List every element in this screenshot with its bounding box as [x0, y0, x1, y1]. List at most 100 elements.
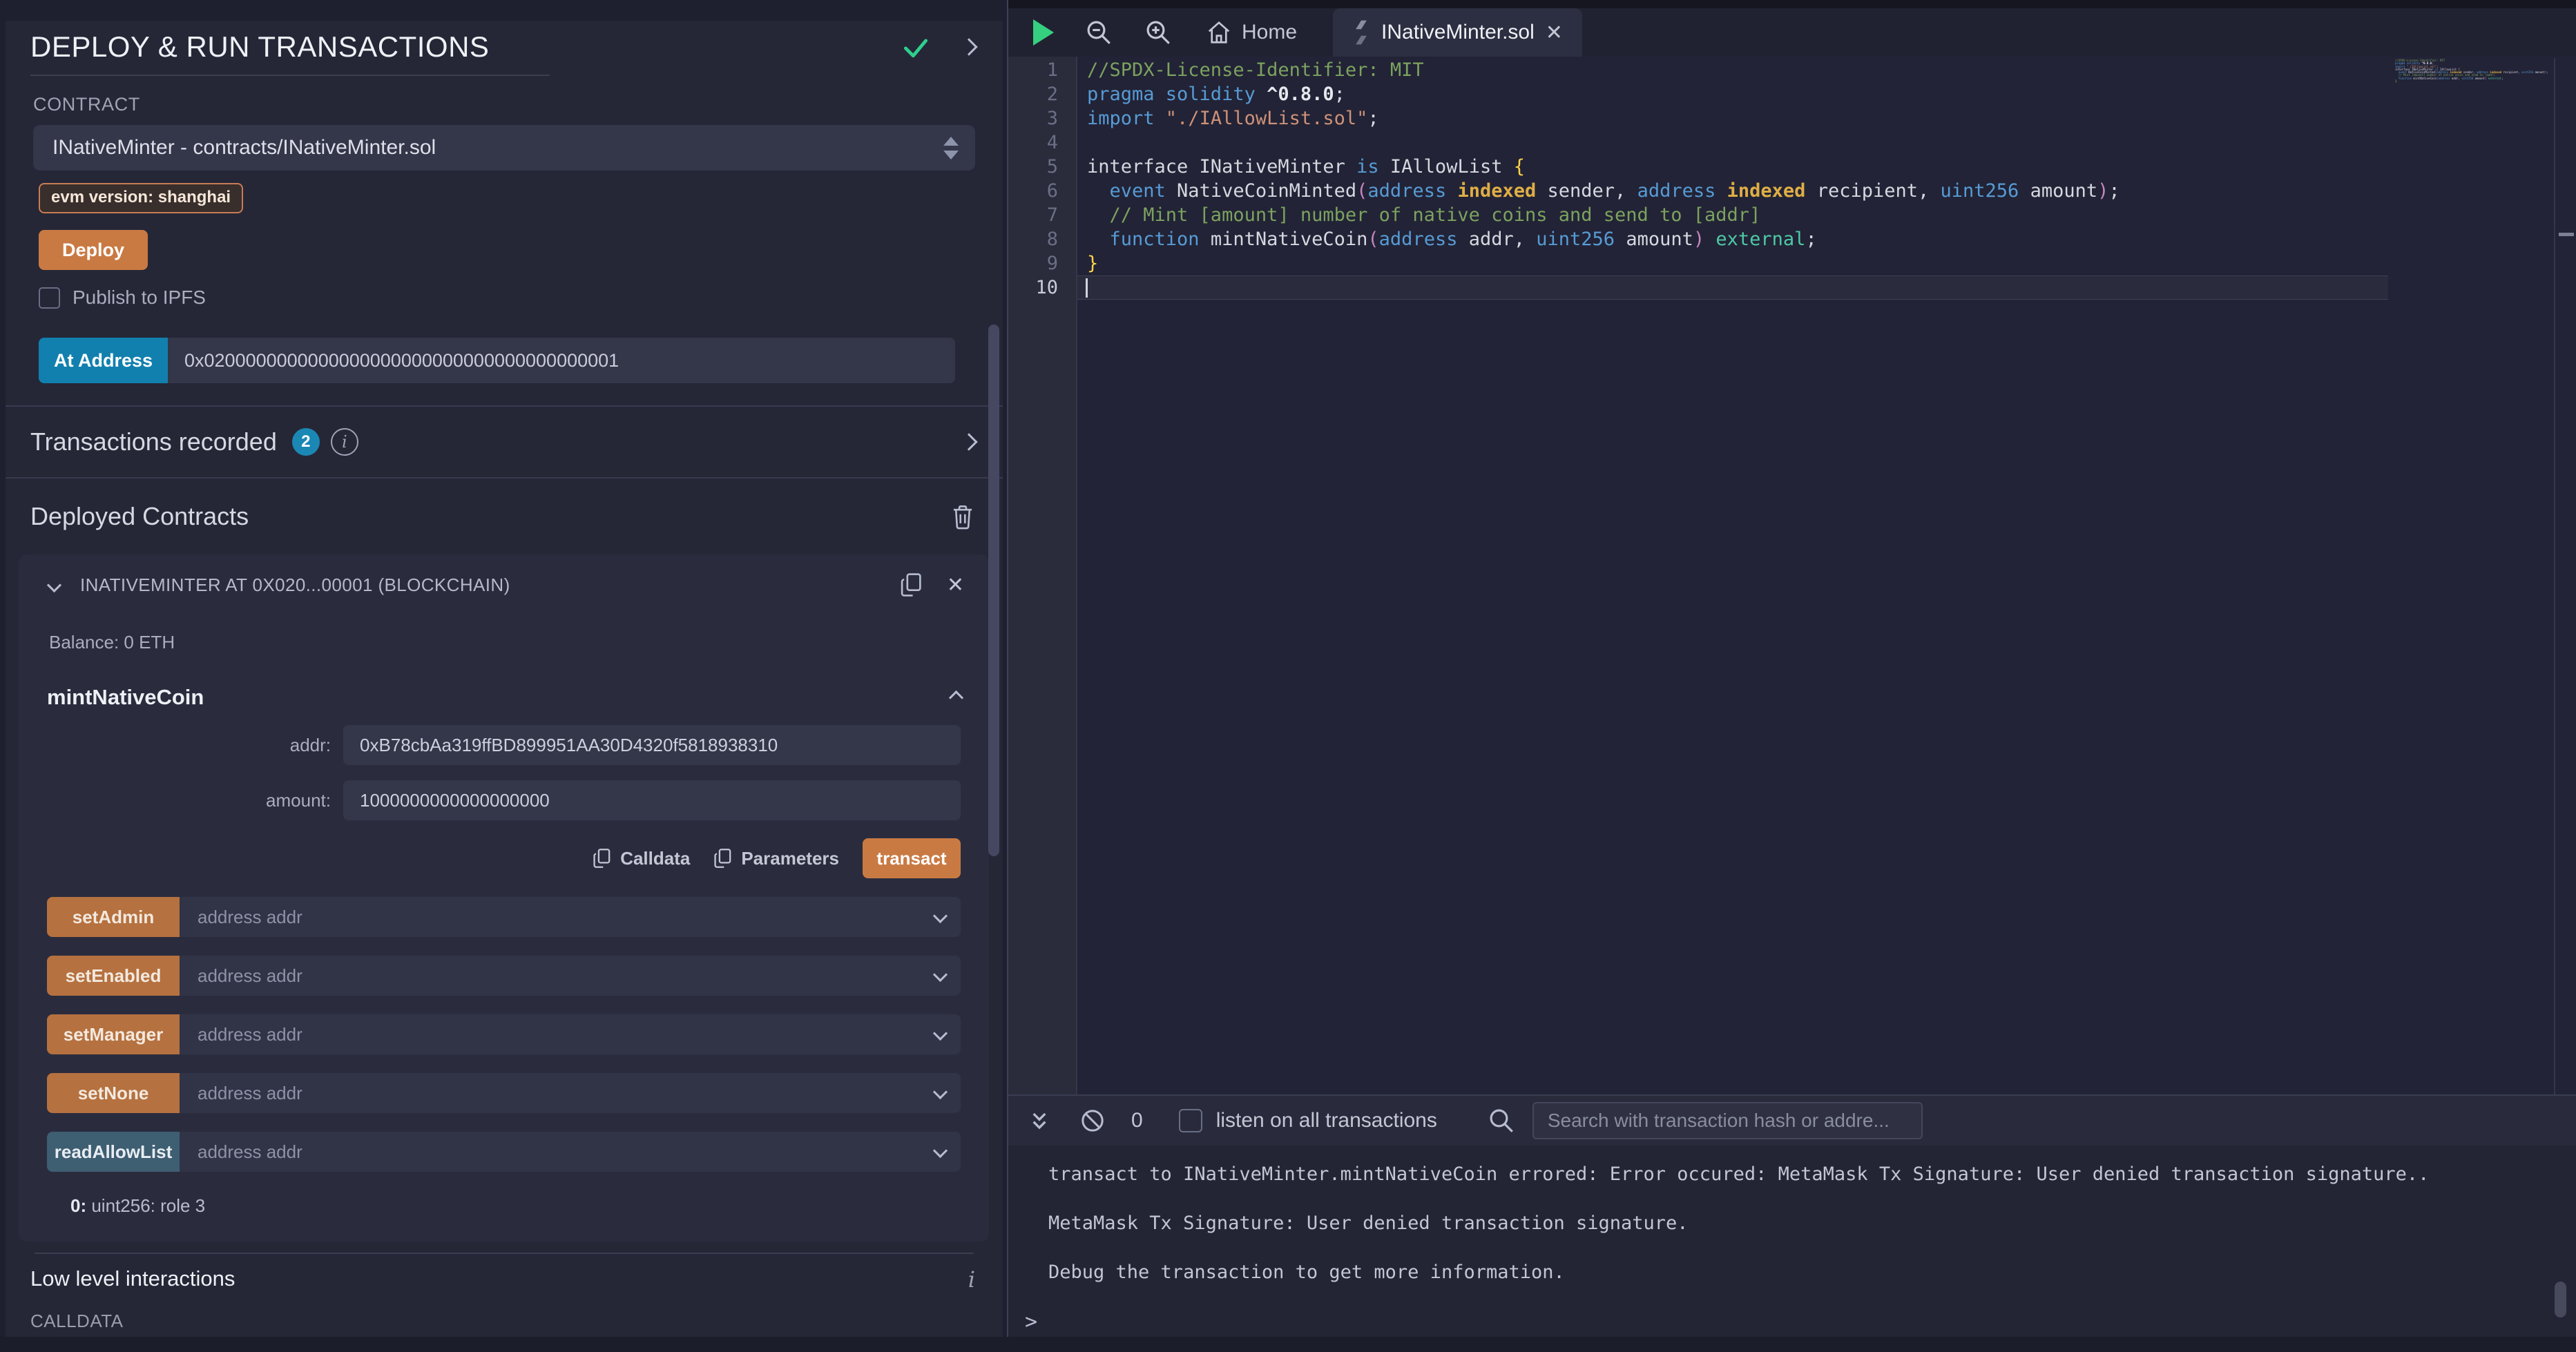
line-number: 8 — [1008, 227, 1076, 251]
function-collapse-icon[interactable] — [949, 690, 963, 704]
deployed-contracts-label: Deployed Contracts — [30, 502, 249, 531]
terminal-log-line: transact to INativeMinter.mintNativeCoin… — [1048, 1163, 2576, 1185]
contract-card-title: INATIVEMINTER AT 0X020...00001 (BLOCKCHA… — [80, 574, 900, 596]
at-address-row: At Address — [39, 338, 955, 383]
contract-card-header[interactable]: INATIVEMINTER AT 0X020...00001 (BLOCKCHA… — [19, 554, 989, 615]
code-line[interactable] — [1077, 276, 2388, 300]
pending-tx-count: 0 — [1131, 1109, 1143, 1132]
amount-field-label: amount: — [19, 790, 343, 811]
contract-collapse-icon[interactable] — [47, 577, 61, 592]
line-number: 3 — [1008, 106, 1076, 131]
code-line[interactable]: } — [1077, 251, 2388, 276]
setManager-row: setManager — [47, 1014, 961, 1054]
tab-home[interactable]: Home — [1206, 19, 1297, 46]
terminal-toolbar: 0 listen on all transactions — [1008, 1096, 2576, 1146]
copy-icon[interactable] — [900, 572, 923, 598]
function-list: setAdmin setEnabled setManager setNone readA… — [19, 897, 989, 1172]
line-number: 1 — [1008, 58, 1076, 82]
minimap[interactable]: //SPDX-License-Identifier: MITpragma sol… — [2392, 58, 2555, 1094]
tab-inativeminter[interactable]: INativeMinter.sol ✕ — [1333, 8, 1582, 57]
panel-scrollbar[interactable] — [988, 325, 999, 856]
contract-label: CONTRACT — [33, 94, 1003, 115]
tab-label: INativeMinter.sol — [1381, 21, 1535, 44]
transactions-recorded-label: Transactions recorded — [30, 427, 277, 456]
setAdmin-button[interactable]: setAdmin — [47, 897, 180, 937]
code-line[interactable]: pragma solidity ^0.8.0; — [1077, 82, 2388, 106]
collapse-terminal-icon[interactable] — [1028, 1107, 1051, 1134]
run-icon[interactable] — [1033, 19, 1054, 46]
solidity-icon — [1352, 19, 1370, 46]
amount-field-input[interactable] — [343, 780, 961, 820]
setManager-button[interactable]: setManager — [47, 1014, 180, 1054]
trash-icon[interactable] — [950, 503, 975, 530]
at-address-button[interactable]: At Address — [39, 338, 168, 383]
terminal-prompt: > — [1025, 1310, 1037, 1334]
code-line[interactable] — [1077, 131, 2388, 155]
addr-field-input[interactable] — [343, 725, 961, 765]
terminal-search-input[interactable] — [1532, 1102, 1923, 1139]
check-icon — [901, 32, 931, 62]
setAdmin-row: setAdmin — [47, 897, 961, 937]
expanded-function-header: mintNativeCoin — [47, 685, 961, 710]
code-editor[interactable]: 12345678910 //SPDX-License-Identifier: M… — [1008, 57, 2576, 1094]
setAdmin-input[interactable] — [180, 897, 961, 937]
setNone-input[interactable] — [180, 1073, 961, 1113]
publish-ipfs-row: Publish to IPFS — [39, 287, 1003, 309]
terminal-scrollbar[interactable] — [2555, 1282, 2566, 1317]
transactions-expand-icon[interactable] — [960, 433, 977, 450]
amount-field-row: amount: — [19, 780, 961, 820]
parameters-copy-button[interactable]: Parameters — [713, 847, 839, 869]
calldata-label: CALLDATA — [30, 1311, 1003, 1332]
terminal-log: transact to INativeMinter.mintNativeCoin… — [1008, 1146, 2576, 1352]
code-line[interactable]: event NativeCoinMinted(address indexed s… — [1077, 179, 2388, 203]
setEnabled-input[interactable] — [180, 956, 961, 996]
line-number-gutter: 12345678910 — [1008, 57, 1077, 1094]
code-line[interactable]: function mintNativeCoin(address addr, ui… — [1077, 227, 2388, 251]
title-divider — [30, 75, 550, 76]
deployed-contract-card: INATIVEMINTER AT 0X020...00001 (BLOCKCHA… — [19, 554, 989, 1242]
editor-top-strip — [1008, 0, 2576, 8]
calldata-copy-button[interactable]: Calldata — [593, 847, 690, 869]
code-lines[interactable]: //SPDX-License-Identifier: MITpragma sol… — [1077, 57, 2576, 1094]
code-line[interactable]: //SPDX-License-Identifier: MIT — [1077, 58, 2388, 82]
code-line[interactable]: interface INativeMinter is IAllowList { — [1077, 155, 2388, 179]
panel-collapse-icon[interactable] — [960, 38, 977, 55]
zoom-in-icon[interactable] — [1144, 18, 1173, 47]
overview-ruler-marker — [2559, 233, 2574, 236]
deploy-button[interactable]: Deploy — [39, 230, 148, 270]
code-line[interactable]: import "./IAllowList.sol"; — [1077, 106, 2388, 131]
setNone-button[interactable]: setNone — [47, 1073, 180, 1113]
function-output: 0: uint256: role 3 — [70, 1195, 989, 1217]
setEnabled-row: setEnabled — [47, 956, 961, 996]
clear-console-icon[interactable] — [1079, 1107, 1106, 1134]
listen-all-checkbox[interactable] — [1179, 1109, 1202, 1132]
function-action-row: Calldata Parameters transact — [19, 838, 961, 878]
contract-select[interactable]: INativeMinter - contracts/INativeMinter.… — [33, 125, 975, 171]
line-number: 4 — [1008, 131, 1076, 155]
setManager-input[interactable] — [180, 1014, 961, 1054]
zoom-out-icon[interactable] — [1084, 18, 1113, 47]
contract-balance: Balance: 0 ETH — [49, 632, 989, 653]
readAllowList-input[interactable] — [180, 1132, 961, 1172]
terminal-log-line: Debug the transaction to get more inform… — [1048, 1262, 2576, 1283]
function-name: mintNativeCoin — [47, 685, 951, 710]
at-address-input[interactable] — [168, 338, 955, 383]
text-cursor — [1086, 278, 1088, 298]
publish-ipfs-checkbox[interactable] — [39, 287, 60, 309]
addr-field-label: addr: — [19, 735, 343, 756]
line-number: 5 — [1008, 155, 1076, 179]
code-line[interactable]: // Mint [amount] number of native coins … — [1077, 203, 2388, 227]
setNone-row: setNone — [47, 1073, 961, 1113]
transact-button[interactable]: transact — [863, 838, 961, 878]
line-number: 9 — [1008, 251, 1076, 276]
info-icon: i — [331, 428, 358, 456]
search-icon — [1487, 1106, 1516, 1135]
deploy-run-panel: DEPLOY & RUN TRANSACTIONS CONTRACT INati… — [0, 0, 1007, 1352]
transactions-recorded-row[interactable]: Transactions recorded 2 i — [6, 405, 1003, 477]
readAllowList-button[interactable]: readAllowList — [47, 1132, 180, 1172]
low-level-title: Low level interactions — [30, 1266, 968, 1291]
close-icon[interactable]: ✕ — [947, 573, 964, 597]
readAllowList-row: readAllowList — [47, 1132, 961, 1172]
setEnabled-button[interactable]: setEnabled — [47, 956, 180, 996]
tab-close-icon[interactable]: ✕ — [1546, 21, 1563, 45]
